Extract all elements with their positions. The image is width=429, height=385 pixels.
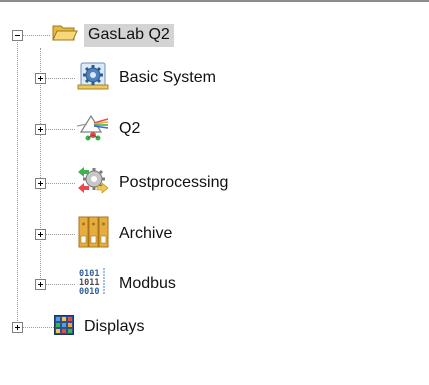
tree-node-modbus[interactable]: 0101 1011 0010 Modbus — [77, 267, 180, 302]
settings-gear-icon — [77, 61, 109, 96]
top-border — [0, 0, 429, 2]
collapse-toggle[interactable] — [12, 30, 23, 41]
tree-node-label: Archive — [119, 224, 173, 242]
tree-line — [45, 183, 75, 184]
expand-toggle[interactable] — [35, 73, 46, 84]
tree-line — [17, 40, 18, 327]
tree-view: GasLab Q2 Basic System Q2 Postprocessing… — [0, 0, 429, 385]
processing-gears-icon — [77, 166, 109, 201]
tree-node-displays[interactable]: Displays — [54, 312, 148, 342]
tree-node-basic-system[interactable]: Basic System — [77, 61, 220, 96]
tree-node-postprocessing[interactable]: Postprocessing — [77, 166, 232, 201]
plus-sign — [40, 181, 41, 186]
minus-sign — [15, 35, 20, 36]
display-grid-icon — [54, 314, 74, 340]
tree-node-gaslab-q2[interactable]: GasLab Q2 — [52, 20, 174, 50]
plus-sign — [17, 325, 18, 330]
tree-node-q2[interactable]: Q2 — [76, 112, 144, 147]
plus-sign — [40, 232, 41, 237]
expand-toggle[interactable] — [35, 178, 46, 189]
expand-toggle[interactable] — [12, 322, 23, 333]
tree-line — [45, 129, 75, 130]
plus-sign — [40, 282, 41, 287]
tree-node-label: Displays — [84, 317, 145, 335]
tree-line — [22, 35, 50, 36]
tree-node-label: Modbus — [119, 274, 176, 292]
expand-toggle[interactable] — [35, 229, 46, 240]
tree-line — [45, 284, 75, 285]
tree-node-label: Q2 — [119, 119, 141, 137]
tree-node-label: Basic System — [119, 68, 216, 86]
plus-sign — [40, 76, 41, 81]
tree-line — [45, 234, 75, 235]
tree-node-label: GasLab Q2 — [84, 23, 174, 47]
folder-open-icon — [52, 22, 78, 49]
archive-binders-icon — [77, 216, 109, 253]
expand-toggle[interactable] — [35, 279, 46, 290]
tree-node-archive[interactable]: Archive — [77, 216, 176, 249]
svg-text:0010: 0010 — [79, 287, 99, 297]
tree-node-label: Postprocessing — [119, 173, 229, 191]
binary-data-icon: 0101 1011 0010 — [77, 267, 109, 302]
expand-toggle[interactable] — [35, 124, 46, 135]
tree-line — [45, 78, 75, 79]
prism-spectrum-icon — [76, 112, 109, 147]
plus-sign — [40, 127, 41, 132]
